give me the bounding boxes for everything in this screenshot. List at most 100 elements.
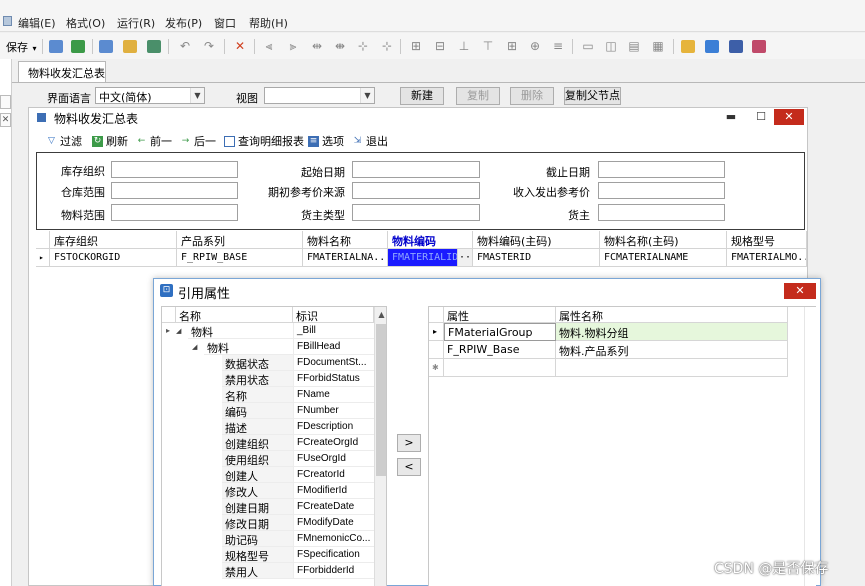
preview-icon[interactable]: [147, 40, 161, 53]
maximize-icon[interactable]: ☐: [746, 109, 776, 125]
tree-header-name[interactable]: 名称: [176, 307, 293, 323]
start-date-field[interactable]: [352, 161, 480, 178]
menu-run[interactable]: 运行(R): [117, 15, 155, 31]
grid-header[interactable]: 库存组织: [50, 231, 177, 249]
menu-window[interactable]: 窗口: [214, 15, 236, 31]
tree-row[interactable]: 禁用人 FForbidderId: [162, 563, 374, 579]
spacing-icon[interactable]: ⊹: [380, 40, 394, 53]
prev-button[interactable]: ← 前一: [136, 133, 172, 149]
tree-row[interactable]: 创建日期 FCreateDate: [162, 499, 374, 515]
order-icon[interactable]: ⊟: [433, 40, 447, 53]
next-button[interactable]: → 后一: [180, 133, 216, 149]
tree-row[interactable]: 名称 FName: [162, 387, 374, 403]
grid-header-selected[interactable]: 物料编码: [388, 231, 473, 249]
grid-cell[interactable]: F_RPIW_BASE: [177, 249, 303, 267]
grid-cell[interactable]: FCMATERIALNAME: [600, 249, 727, 267]
grid-header[interactable]: 规格型号: [727, 231, 807, 249]
menu-help[interactable]: 帮助(H): [249, 15, 288, 31]
end-date-field[interactable]: [598, 161, 725, 178]
query-detail-button[interactable]: 查询明细报表: [224, 133, 304, 149]
scrollbar-thumb[interactable]: [376, 324, 386, 476]
align-right-icon[interactable]: ⫸: [286, 40, 300, 53]
expand-arrow-icon[interactable]: ◢: [176, 326, 184, 336]
language-select[interactable]: 中文(简体) ▼: [95, 87, 205, 104]
move-left-button[interactable]: <: [397, 458, 421, 476]
attr-cell[interactable]: [444, 359, 556, 377]
tree-row[interactable]: ◢ 物料 FBillHead: [162, 339, 374, 355]
grid-cell[interactable]: FMATERIALMO...: [727, 249, 807, 267]
tree-row[interactable]: 修改人 FModifierId: [162, 483, 374, 499]
ellipsis-button[interactable]: ···: [458, 249, 473, 267]
tree-header-id[interactable]: 标识: [293, 307, 374, 323]
scroll-up-icon[interactable]: ▲: [375, 307, 386, 323]
tree-row[interactable]: 修改日期 FModifyDate: [162, 515, 374, 531]
close-icon[interactable]: ✕: [784, 283, 816, 299]
initial-price-source-field[interactable]: [352, 182, 480, 199]
size-icon[interactable]: ⊹: [356, 40, 370, 53]
inout-price-source-field[interactable]: [598, 182, 725, 199]
tree-row[interactable]: 使用组织 FUseOrgId: [162, 451, 374, 467]
filter-button[interactable]: ▽ 过滤: [46, 133, 82, 149]
panel-icon[interactable]: ▭: [581, 40, 595, 53]
move-right-button[interactable]: >: [397, 434, 421, 452]
tree-row[interactable]: 创建人 FCreatorId: [162, 467, 374, 483]
attr-header-name[interactable]: 属性名称: [556, 307, 788, 323]
table-icon[interactable]: ⊕: [528, 40, 542, 53]
layout-icon[interactable]: ◫: [604, 40, 618, 53]
close-icon[interactable]: ✕: [774, 109, 804, 125]
owner-field[interactable]: [598, 204, 725, 221]
close-icon[interactable]: ✕: [0, 113, 11, 127]
properties-icon[interactable]: [99, 40, 113, 53]
grid-header[interactable]: 物料名称(主码): [600, 231, 727, 249]
tree-scrollbar[interactable]: ▲: [374, 307, 386, 586]
attr-scrollbar[interactable]: [804, 307, 816, 586]
owner-type-field[interactable]: [352, 204, 480, 221]
minimize-icon[interactable]: ▬: [716, 109, 746, 125]
tree-row[interactable]: 规格型号 FSpecification: [162, 547, 374, 563]
tree-row[interactable]: 禁用状态 FForbidStatus: [162, 371, 374, 387]
gift-icon[interactable]: [752, 40, 766, 53]
group-icon[interactable]: ⊤: [481, 40, 495, 53]
delete-button[interactable]: 删除: [510, 87, 554, 105]
frame-icon[interactable]: ≡: [551, 40, 565, 53]
grid-header[interactable]: 物料名称: [303, 231, 388, 249]
refresh-button[interactable]: ↻ 刷新: [92, 133, 128, 149]
menu-format[interactable]: 格式(O): [66, 15, 105, 31]
grid-cell[interactable]: FMATERIALNA...: [303, 249, 388, 267]
panel-toggle-icon[interactable]: [0, 95, 11, 109]
form-icon[interactable]: [49, 40, 63, 53]
paste-icon[interactable]: [705, 40, 719, 53]
attr-name-cell[interactable]: 物料.物料分组: [556, 323, 788, 341]
stock-org-field[interactable]: [111, 161, 238, 178]
expand-arrow-icon[interactable]: ◢: [192, 342, 200, 352]
tools-icon[interactable]: [123, 40, 137, 53]
attr-cell[interactable]: F_RPIW_Base: [444, 341, 556, 359]
options-button[interactable]: ≡ 选项: [308, 133, 344, 149]
tree-row[interactable]: 创建组织 FCreateOrgId: [162, 435, 374, 451]
copy-button[interactable]: 复制: [456, 87, 500, 105]
split-icon[interactable]: ▤: [627, 40, 641, 53]
tab-material-summary[interactable]: 物料收发汇总表: [18, 61, 106, 82]
cut-icon[interactable]: ✕: [233, 40, 247, 53]
ungroup-icon[interactable]: ⊞: [505, 40, 519, 53]
tree-row[interactable]: 助记码 FMnemonicCo...: [162, 531, 374, 547]
report-icon[interactable]: [71, 40, 85, 53]
exit-button[interactable]: ⇲ 退出: [352, 133, 388, 149]
undo-icon[interactable]: ↶: [178, 40, 192, 53]
grid-icon[interactable]: ⊞: [409, 40, 423, 53]
copy-icon[interactable]: [681, 40, 695, 53]
new-button[interactable]: 新建: [400, 87, 444, 105]
tree-row[interactable]: 编码 FNumber: [162, 403, 374, 419]
attr-name-cell[interactable]: [556, 359, 788, 377]
menu-edit[interactable]: 编辑(E): [18, 15, 56, 31]
grid-cell[interactable]: FSTOCKORGID: [50, 249, 177, 267]
lock-icon[interactable]: [729, 40, 743, 53]
tree-row[interactable]: 数据状态 FDocumentSt...: [162, 355, 374, 371]
file-icon[interactable]: [3, 16, 12, 26]
grid-header[interactable]: 产品系列: [177, 231, 303, 249]
distribute-icon[interactable]: ⇼: [333, 40, 347, 53]
align-left-icon[interactable]: ⫷: [262, 40, 276, 53]
attr-header-attribute[interactable]: 属性: [444, 307, 556, 323]
copy-parent-button[interactable]: 复制父节点: [564, 87, 621, 105]
redo-icon[interactable]: ↷: [202, 40, 216, 53]
